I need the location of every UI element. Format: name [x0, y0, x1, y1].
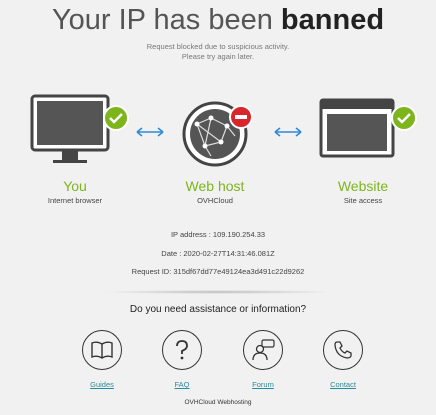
website-label: Website — [337, 178, 389, 194]
block-date: Date : 2020-02-27T14:31:46.081Z — [161, 249, 275, 258]
question-icon[interactable] — [162, 330, 202, 370]
connection-diagram: You Internet browser Web host OVHCloud W… — [0, 90, 436, 220]
host-caption: OVHCloud — [197, 196, 233, 205]
request-id: Request ID: 315df67dd77e49124ea3d491c22d… — [131, 267, 305, 276]
page-title: Your IP has been banned — [0, 4, 436, 37]
guides-link[interactable]: Guides — [72, 380, 132, 389]
contact-link[interactable]: Contact — [313, 380, 373, 389]
node-you: You Internet browser — [15, 90, 135, 205]
title-text: Your IP has been — [51, 4, 281, 36]
help-faq[interactable]: FAQ — [152, 330, 212, 389]
double-arrow-icon — [274, 127, 302, 137]
footer-text: OVHCloud Webhosting — [184, 399, 252, 406]
help-contact[interactable]: Contact — [313, 330, 373, 389]
forum-link[interactable]: Forum — [233, 380, 293, 389]
faq-link[interactable]: FAQ — [152, 380, 212, 389]
node-website: Website Site access — [303, 90, 423, 205]
retry-hint: Please try again later. — [181, 52, 255, 61]
monitor-icon — [30, 94, 129, 163]
host-label: Web host — [185, 178, 245, 194]
divider — [100, 290, 336, 294]
title-emphasis: banned — [280, 4, 385, 36]
browser-window-icon — [319, 98, 417, 158]
assistance-question: Do you need assistance or information? — [129, 304, 307, 315]
node-host: Web host OVHCloud — [155, 90, 275, 205]
phone-icon[interactable] — [323, 330, 363, 370]
help-forum[interactable]: Forum — [233, 330, 293, 389]
check-icon — [103, 105, 129, 131]
check-icon — [391, 105, 417, 131]
book-icon[interactable] — [82, 330, 122, 370]
globe-network-icon — [182, 101, 253, 167]
you-label: You — [63, 178, 87, 194]
you-caption: Internet browser — [47, 196, 103, 205]
website-caption: Site access — [343, 196, 383, 205]
help-guides[interactable]: Guides — [72, 330, 132, 389]
forum-user-icon[interactable] — [243, 330, 283, 370]
ip-address: IP address : 109.190.254.33 — [170, 230, 266, 239]
block-reason: Request blocked due to suspicious activi… — [146, 42, 290, 51]
